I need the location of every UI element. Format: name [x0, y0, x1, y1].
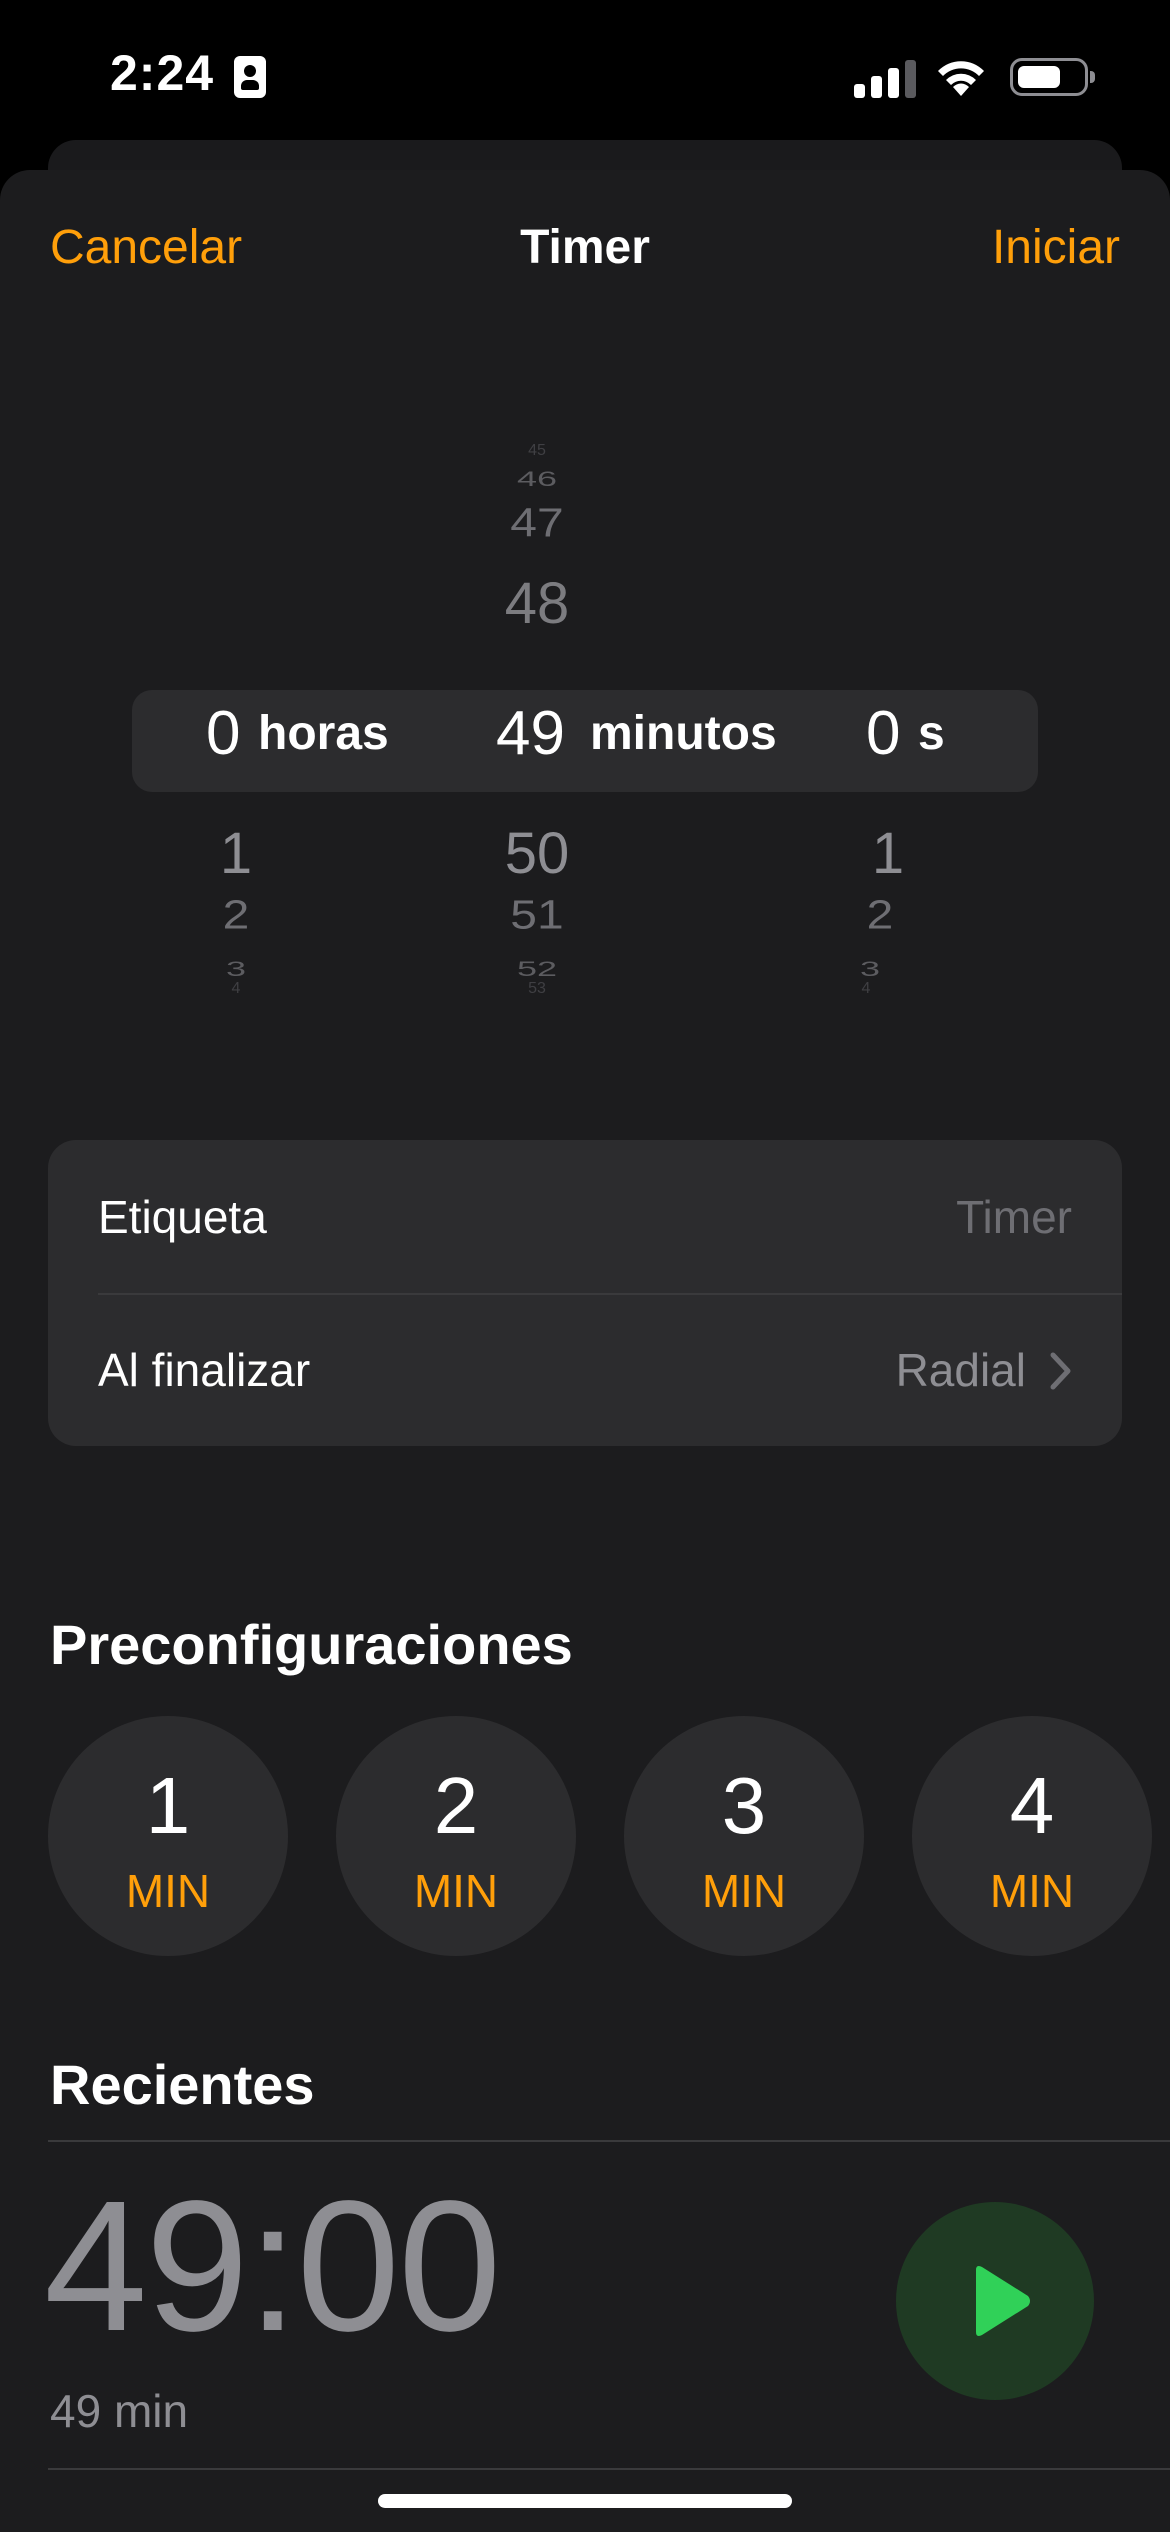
recent-timer-duration: 49:00: [44, 2163, 501, 2370]
picker-hour-option[interactable]: 3: [196, 956, 276, 981]
picker-minute-option[interactable]: 50: [480, 820, 594, 887]
play-icon: [976, 2266, 1030, 2336]
preset-unit: MIN: [701, 1865, 787, 1917]
picker-minute-option[interactable]: 46: [480, 466, 594, 491]
section-divider: [48, 2140, 1170, 2142]
preset-value: 3: [721, 1761, 767, 1850]
preset-1-min-button[interactable]: 1 MIN: [48, 1716, 288, 1956]
label-row-title: Etiqueta: [98, 1191, 267, 1243]
picker-hours-value[interactable]: 0: [206, 698, 240, 769]
timer-settings-group: Etiqueta Timer Al finalizar Radial: [48, 1140, 1122, 1446]
presets-heading: Preconfiguraciones: [50, 1613, 573, 1676]
battery-icon: [1010, 58, 1095, 96]
when-timer-ends-title: Al finalizar: [98, 1344, 311, 1396]
picker-second-option[interactable]: 3: [830, 956, 910, 981]
status-bar: 2:24: [0, 0, 1170, 150]
picker-hour-option[interactable]: 4: [196, 980, 276, 998]
start-button[interactable]: Iniciar: [992, 220, 1120, 275]
section-divider: [48, 2468, 1170, 2470]
preset-unit: MIN: [413, 1865, 499, 1917]
status-time: 2:24: [110, 45, 215, 101]
picker-second-option[interactable]: 4: [826, 980, 906, 998]
timer-sheet: Cancelar Timer Iniciar 45 46 47 48 0 hor…: [0, 170, 1170, 2532]
picker-hour-option[interactable]: 1: [196, 820, 276, 887]
preset-value: 4: [1009, 1761, 1055, 1850]
when-timer-ends-row[interactable]: Al finalizar Radial: [48, 1293, 1122, 1446]
recent-timer-label: 49 min: [50, 2385, 189, 2437]
contact-card-icon: [234, 56, 266, 98]
picker-hour-option[interactable]: 2: [196, 892, 276, 939]
picker-second-option[interactable]: 2: [840, 892, 920, 939]
picker-minutes-unit: minutos: [590, 707, 777, 760]
cellular-signal-icon: [854, 58, 916, 98]
label-input[interactable]: Timer: [956, 1190, 1072, 1244]
picker-minute-option[interactable]: 53: [480, 980, 594, 998]
picker-minute-option[interactable]: 48: [480, 570, 594, 637]
preset-value: 1: [145, 1761, 191, 1850]
picker-seconds-value[interactable]: 0: [866, 698, 900, 769]
picker-minute-option[interactable]: 52: [480, 956, 594, 981]
picker-seconds-unit: s: [918, 707, 945, 760]
preset-4-min-button[interactable]: 4 MIN: [912, 1716, 1152, 1956]
recents-heading: Recientes: [50, 2053, 315, 2116]
preset-unit: MIN: [989, 1865, 1075, 1917]
duration-picker[interactable]: 45 46 47 48 0 horas 49 minutos 0 s 1 2 3…: [0, 440, 1170, 1000]
label-row[interactable]: Etiqueta Timer: [48, 1140, 1122, 1295]
preset-2-min-button[interactable]: 2 MIN: [336, 1716, 576, 1956]
preset-value: 2: [433, 1761, 479, 1850]
picker-second-option[interactable]: 1: [848, 820, 928, 887]
picker-minutes-value[interactable]: 49: [496, 698, 565, 769]
picker-minute-option[interactable]: 51: [480, 892, 594, 939]
recent-timer-play-button[interactable]: [896, 2202, 1094, 2400]
picker-hours-unit: horas: [258, 707, 389, 760]
picker-minute-option[interactable]: 47: [480, 500, 594, 547]
chevron-right-icon: [1050, 1352, 1071, 1390]
picker-minute-option[interactable]: 45: [480, 442, 594, 460]
preset-unit: MIN: [125, 1865, 211, 1917]
preset-3-min-button[interactable]: 3 MIN: [624, 1716, 864, 1956]
wifi-icon: [938, 61, 984, 96]
home-indicator[interactable]: [378, 2494, 792, 2508]
when-timer-ends-value: Radial: [895, 1344, 1026, 1396]
